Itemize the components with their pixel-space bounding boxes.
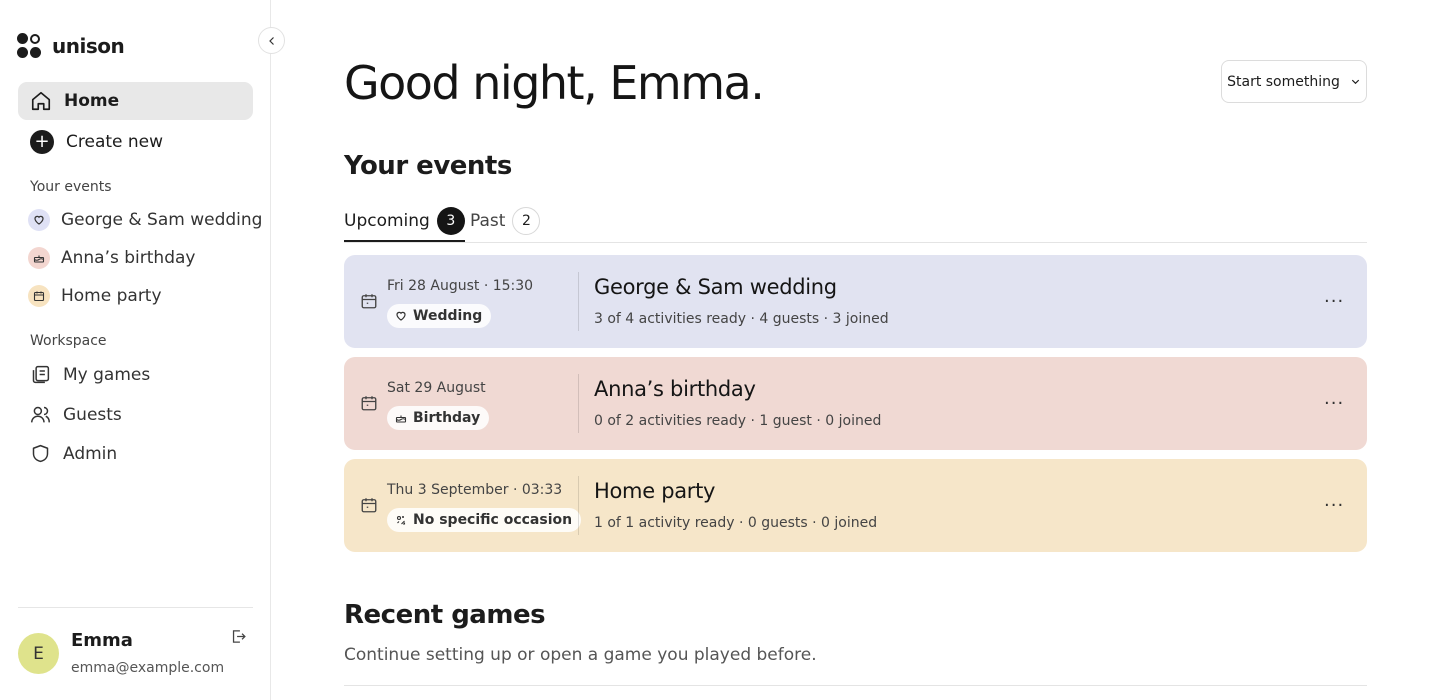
sidebar-item-home[interactable]: Home [18, 82, 253, 120]
brand-name: unison [52, 34, 125, 58]
card-divider [578, 272, 579, 331]
sidebar-item-my-games[interactable]: My games [30, 364, 150, 385]
card-divider [578, 476, 579, 535]
sidebar-item-home-party[interactable]: Home party [28, 285, 162, 307]
chevron-down-icon [1351, 79, 1360, 85]
sidebar-item-label: George & Sam wedding [61, 210, 263, 230]
sidebar-item-guests[interactable]: Guests [30, 404, 122, 425]
create-new-button[interactable]: + Create new [18, 123, 253, 161]
event-meta: 1 of 1 activity ready · 0 guests · 0 joi… [594, 515, 878, 531]
event-card-annas-birthday[interactable]: Sat 29 August Birthday Anna’s birthday 0… [344, 357, 1367, 450]
shield-icon [32, 444, 49, 463]
your-events-title: Your events [344, 151, 512, 181]
cake-icon [395, 415, 407, 423]
event-date: Fri 28 August · 15:30 [387, 278, 534, 294]
heart-icon [396, 311, 406, 321]
more-options-icon[interactable]: ··· [1324, 495, 1344, 516]
tab-label: Upcoming [344, 211, 430, 231]
more-options-icon[interactable]: ··· [1324, 393, 1344, 414]
sparkle-icon [396, 515, 406, 525]
cake-icon [28, 247, 50, 269]
recent-games-divider [344, 685, 1367, 686]
event-type-label: No specific occasion [413, 512, 573, 528]
avatar[interactable]: E [18, 633, 59, 674]
event-title: Anna’s birthday [594, 377, 756, 401]
brand[interactable]: unison [17, 33, 125, 59]
logout-button[interactable] [230, 628, 247, 649]
event-meta: 0 of 2 activities ready · 1 guest · 0 jo… [594, 413, 882, 429]
your-events-heading: Your events [30, 179, 112, 195]
sidebar-item-george-sam-wedding[interactable]: George & Sam wedding [28, 209, 262, 231]
games-icon [32, 365, 50, 384]
sidebar-divider [18, 607, 253, 608]
event-card-home-party[interactable]: Thu 3 September · 03:33 No specific occa… [344, 459, 1367, 552]
event-type-label: Birthday [413, 410, 481, 426]
logout-icon [232, 630, 246, 643]
event-type-tag: Wedding [387, 304, 492, 328]
sidebar-item-annas-birthday[interactable]: Anna’s birthday [28, 247, 195, 269]
sidebar-item-label: Home [64, 91, 120, 111]
calendar-icon [361, 498, 377, 513]
count-badge: 3 [436, 207, 465, 235]
collapse-sidebar-button[interactable] [258, 27, 285, 54]
user-email: emma@example.com [71, 660, 225, 676]
heart-icon [28, 209, 50, 231]
event-card-george-sam-wedding[interactable]: Fri 28 August · 15:30 Wedding George & S… [344, 255, 1367, 348]
calendar-icon [361, 294, 377, 309]
workspace-heading: Workspace [30, 333, 107, 349]
plus-icon: + [30, 130, 54, 154]
event-meta: 3 of 4 activities ready · 4 guests · 3 j… [594, 311, 889, 327]
event-type-tag: No specific occasion [387, 508, 582, 532]
event-tabs: Upcoming 3 Past 2 [344, 207, 1367, 243]
tab-label: Past [470, 211, 506, 231]
chevron-left-icon [268, 36, 274, 45]
event-type-label: Wedding [413, 308, 483, 324]
tab-upcoming[interactable]: Upcoming 3 [344, 207, 465, 242]
sidebar-item-admin[interactable]: Admin [30, 443, 117, 464]
sidebar: unison Home + Create new Your events Geo… [0, 0, 271, 700]
event-title: George & Sam wedding [594, 275, 837, 299]
home-icon [31, 91, 51, 111]
sidebar-item-label: Admin [63, 443, 118, 464]
user-name: Emma [71, 630, 133, 651]
create-new-label: Create new [66, 132, 164, 152]
start-something-button[interactable]: Start something [1221, 60, 1367, 103]
event-title: Home party [594, 479, 716, 503]
event-date: Sat 29 August [387, 380, 486, 396]
event-type-tag: Birthday [387, 406, 490, 430]
event-date: Thu 3 September · 03:33 [387, 482, 563, 498]
count-badge: 2 [512, 207, 541, 235]
unison-logo-icon [17, 33, 43, 59]
calendar-icon [28, 285, 50, 307]
card-divider [578, 374, 579, 433]
users-icon [31, 406, 50, 423]
sidebar-item-label: Guests [63, 404, 122, 425]
recent-games-subtitle: Continue setting up or open a game you p… [344, 645, 817, 665]
tab-past[interactable]: Past 2 [470, 207, 541, 235]
calendar-icon [361, 396, 377, 411]
page-title: Good night, Emma. [344, 56, 765, 110]
recent-games-title: Recent games [344, 600, 546, 630]
more-options-icon[interactable]: ··· [1324, 291, 1344, 312]
sidebar-item-label: Home party [61, 286, 162, 306]
sidebar-item-label: Anna’s birthday [61, 248, 196, 268]
start-something-label: Start something [1227, 73, 1340, 90]
sidebar-item-label: My games [63, 364, 151, 385]
